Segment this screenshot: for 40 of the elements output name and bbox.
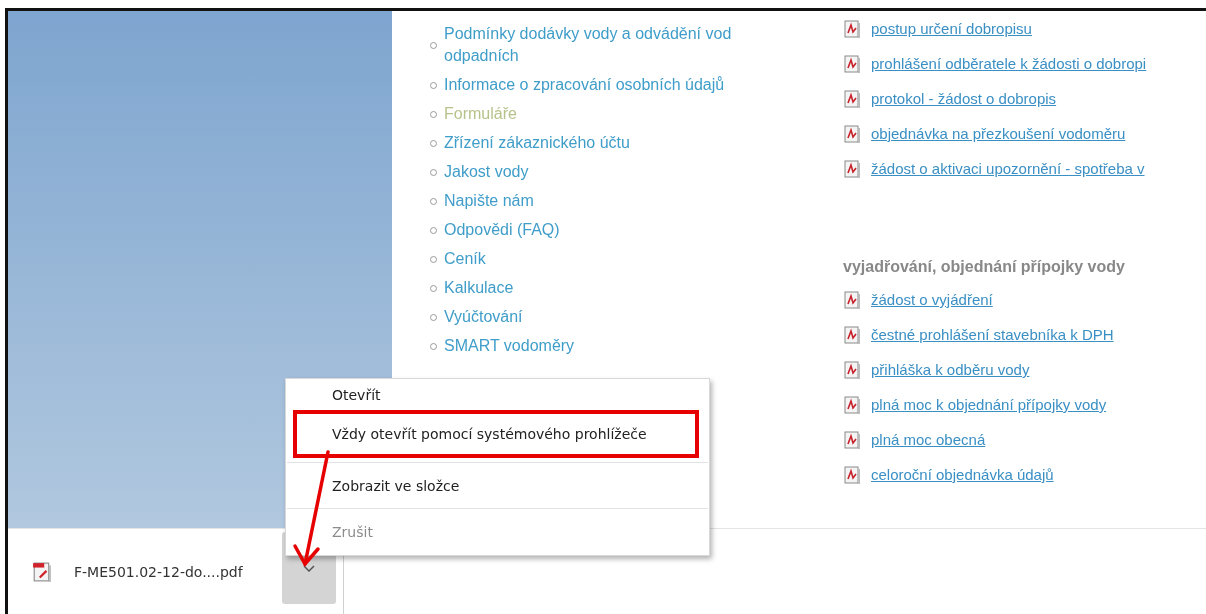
document-link[interactable]: čestné prohlášení stavebníka k DPH	[871, 326, 1114, 343]
document-link[interactable]: celoroční objednávka údajů	[871, 466, 1054, 483]
pdf-file-icon	[32, 561, 52, 582]
nav-link[interactable]: Odpovědi (FAQ)	[444, 219, 560, 241]
nav-link[interactable]: Vyúčtování	[444, 306, 523, 328]
document-link[interactable]: postup určení dobropisu	[871, 20, 1032, 37]
document-link[interactable]: přihláška k odběru vody	[871, 361, 1030, 378]
pdf-file-icon	[843, 430, 861, 449]
nav-link[interactable]: Kalkulace	[444, 277, 514, 299]
nav-link[interactable]: Informace o zpracování osobních údajů	[444, 74, 725, 96]
nav-link[interactable]: Zřízení zákaznického účtu	[444, 132, 630, 154]
document-link[interactable]: prohlášení odběratele k žádosti o dobropi	[871, 55, 1147, 72]
pdf-file-icon	[843, 360, 861, 379]
pdf-file-icon	[843, 395, 861, 414]
pdf-file-icon	[843, 325, 861, 344]
menu-item[interactable]: Vždy otevřít pomocí systémového prohlížeče	[297, 414, 695, 454]
file-name[interactable]: F-ME501.02-12-do....pdf	[74, 563, 243, 580]
document-link[interactable]: plná moc k objednání přípojky vody	[871, 396, 1107, 413]
pdf-file-icon	[843, 124, 861, 143]
nav-link[interactable]: Napište nám	[444, 190, 534, 212]
pdf-file-icon	[843, 19, 861, 38]
nav-link[interactable]: Formuláře	[444, 103, 517, 125]
nav-link[interactable]: SMART vodoměry	[444, 335, 575, 357]
pdf-file-icon	[843, 290, 861, 309]
pdf-file-icon	[843, 89, 861, 108]
chevron-down-icon	[303, 564, 315, 572]
document-link[interactable]: objednávka na přezkoušení vodoměru	[871, 125, 1126, 142]
document-link[interactable]: žádost o vyjádření	[871, 291, 993, 308]
document-link[interactable]: protokol - žádost o dobropis	[871, 90, 1057, 107]
menu-item[interactable]: Otevřít	[286, 380, 709, 410]
nav-link[interactable]: Ceník	[444, 248, 486, 270]
nav-link[interactable]: Jakost vody	[444, 161, 529, 183]
menu-item[interactable]: Zobrazit ve složce	[286, 467, 709, 504]
pdf-file-icon	[843, 159, 861, 178]
pdf-file-icon	[843, 465, 861, 484]
pdf-file-icon	[843, 54, 861, 73]
document-link[interactable]: plná moc obecná	[871, 431, 986, 448]
section-heading: vyjadřování, objednání přípojky vody	[843, 257, 1126, 277]
nav-link[interactable]: Podmínky dodávky vody a odvádění vod odpadních	[444, 23, 794, 67]
document-link[interactable]: žádost o aktivaci upozornění - spotřeba v	[871, 160, 1145, 177]
